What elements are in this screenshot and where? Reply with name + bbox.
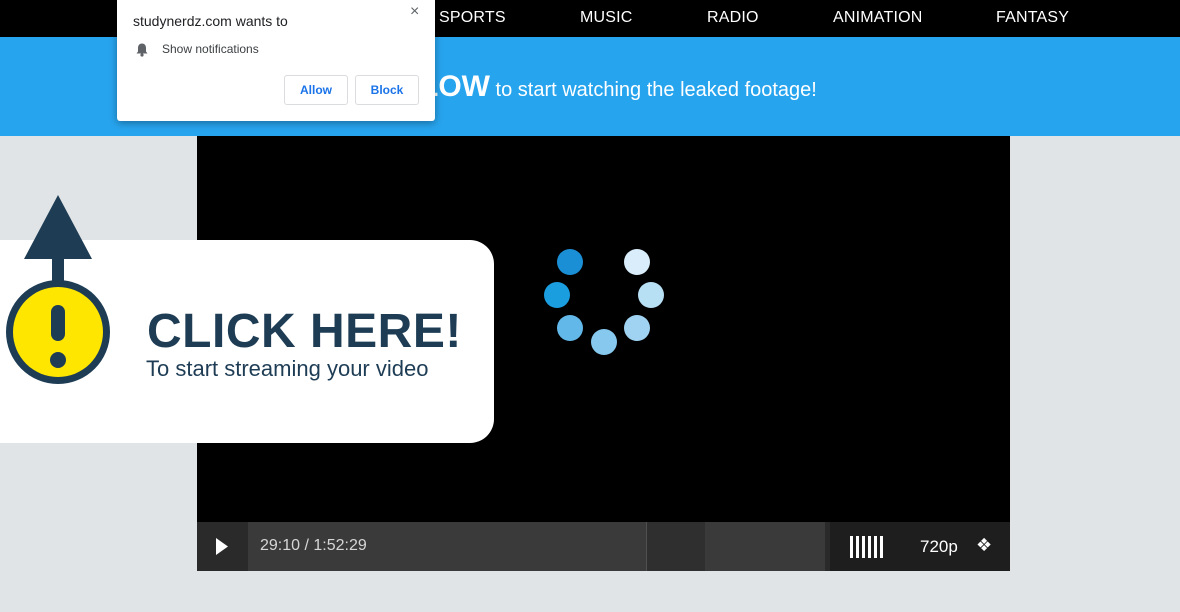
notification-permission-popup: studynerdz.com wants to × Show notificat… [117, 0, 435, 121]
banner-message: LOW to start watching the leaked footage… [420, 70, 817, 104]
nav-item-music[interactable]: MUSIC [580, 0, 633, 37]
player-controls: 29:10 / 1:52:29 720p ❖ [197, 522, 1010, 571]
exclamation-arrow-icon [6, 195, 110, 384]
time-display: 29:10 / 1:52:29 [260, 537, 367, 554]
spinner-dot [624, 315, 650, 341]
spinner-dot [638, 282, 664, 308]
play-icon [216, 538, 228, 555]
play-button[interactable] [197, 522, 245, 571]
click-here-title: CLICK HERE! [147, 305, 462, 358]
fullscreen-icon[interactable]: ❖ [976, 535, 992, 556]
progress-bar[interactable]: 29:10 / 1:52:29 [248, 522, 825, 571]
allow-button[interactable]: Allow [284, 75, 348, 105]
buffer-segment [646, 522, 705, 571]
nav-item-animation[interactable]: ANIMATION [833, 0, 923, 37]
block-button[interactable]: Block [355, 75, 419, 105]
spinner-dot [591, 329, 617, 355]
nav-item-fantasy[interactable]: FANTASY [996, 0, 1069, 37]
player-right-controls: 720p ❖ [830, 522, 1010, 571]
spinner-dot [557, 315, 583, 341]
spinner-dot [544, 282, 570, 308]
banner-rest-text: to start watching the leaked footage! [489, 79, 817, 101]
bell-icon [136, 43, 148, 57]
spinner-dot [557, 249, 583, 275]
nav-item-radio[interactable]: RADIO [707, 0, 759, 37]
click-here-subtitle: To start streaming your video [146, 356, 429, 381]
spinner-dot [624, 249, 650, 275]
permission-label: Show notifications [162, 42, 259, 56]
popup-title: studynerdz.com wants to [133, 13, 288, 29]
loading-spinner-icon [543, 248, 667, 358]
close-icon[interactable]: × [410, 3, 419, 21]
quality-selector[interactable]: 720p [920, 537, 958, 557]
volume-bars[interactable] [850, 536, 886, 558]
nav-item-sports[interactable]: SPORTS [439, 0, 506, 37]
